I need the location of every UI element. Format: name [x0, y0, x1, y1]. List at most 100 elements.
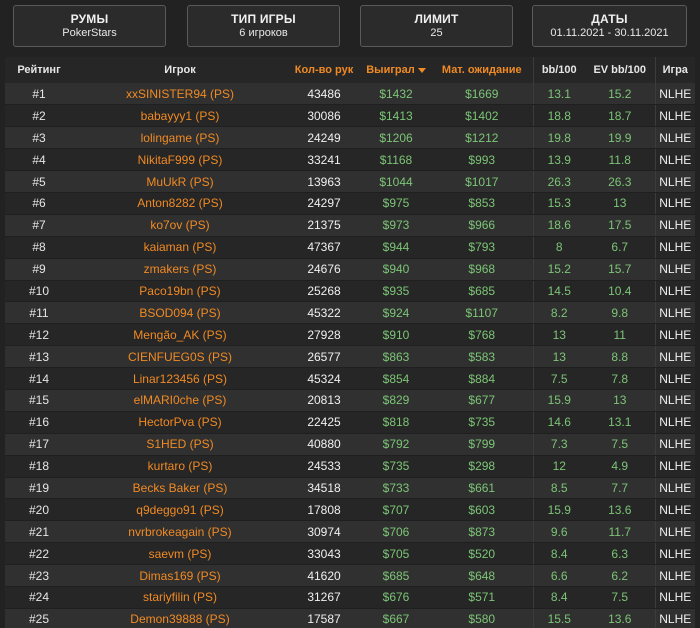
cell-player[interactable]: NikitaF999 (PS): [73, 148, 287, 172]
table-row[interactable]: #18 kurtaro (PS) 24533 $735 $298 12 4.9 NLHE: [5, 455, 695, 478]
table-row[interactable]: #5 MuUkR (PS) 13963 $1044 $1017 26.3 26.3 NLHE: [5, 170, 695, 193]
cell-player[interactable]: CIENFUEG0S (PS): [73, 345, 287, 369]
filter-limit-value: 25: [430, 27, 443, 39]
cell-player[interactable]: BSOD094 (PS): [73, 301, 287, 325]
cell-player[interactable]: saevm (PS): [73, 542, 287, 566]
header-rank[interactable]: Рейтинг: [5, 57, 73, 83]
table-row[interactable]: #4 NikitaF999 (PS) 33241 $1168 $993 13.9 11.8 N…: [5, 148, 695, 172]
cell-player[interactable]: Mengão_AK (PS): [73, 323, 287, 347]
table-row[interactable]: #8 kaiaman (PS) 47367 $944 $793 8 6.7 NLHE: [5, 236, 695, 259]
cell-bb100: 15.5: [532, 608, 585, 628]
table-row[interactable]: #20 q9deggo91 (PS) 17808 $707 $603 15.9 13.6 NL…: [5, 498, 695, 522]
table-row[interactable]: #16 HectorPva (PS) 22425 $818 $735 14.6 13.1 NL…: [5, 411, 695, 434]
cell-player[interactable]: elMARI0che (PS): [73, 389, 287, 412]
cell-rank: #25: [5, 608, 73, 628]
cell-rank: #5: [5, 170, 73, 193]
cell-ev: $993: [431, 148, 533, 172]
table-row[interactable]: #24 stariyfilin (PS) 31267 $676 $571 8.4 7.5 NL…: [5, 586, 695, 609]
cell-game: NLHE: [654, 104, 695, 128]
filter-dates[interactable]: ДАТЫ 01.11.2021 - 30.11.2021: [532, 5, 687, 47]
header-game[interactable]: Игра: [654, 57, 695, 83]
cell-rank: #10: [5, 280, 73, 303]
header-ev[interactable]: Мат. ожидание: [431, 57, 533, 83]
table-row[interactable]: #22 saevm (PS) 33043 $705 $520 8.4 6.3 NLHE: [5, 542, 695, 566]
cell-player[interactable]: Dimas169 (PS): [73, 564, 287, 587]
cell-ev-bb100: 9.8: [585, 301, 655, 325]
cell-bb100: 6.6: [532, 564, 585, 587]
cell-rank: #24: [5, 586, 73, 609]
table-row[interactable]: #3 lolingame (PS) 24249 $1206 $1212 19.8 19.9 N…: [5, 126, 695, 150]
header-won[interactable]: Выиграл: [361, 57, 431, 83]
cell-ev: $298: [431, 455, 533, 478]
filter-game-type[interactable]: ТИП ИГРЫ 6 игроков: [187, 5, 340, 47]
table-row[interactable]: #10 Paco19bn (PS) 25268 $935 $685 14.5 10.4 NLH…: [5, 280, 695, 303]
filter-rooms[interactable]: РУМЫ PokerStars: [13, 5, 166, 47]
cell-ev-bb100: 18.7: [585, 104, 655, 128]
cell-player[interactable]: Linar123456 (PS): [73, 367, 287, 390]
cell-bb100: 8.2: [532, 301, 585, 325]
cell-hands: 20813: [287, 389, 361, 412]
cell-player[interactable]: stariyfilin (PS): [73, 586, 287, 609]
cell-ev: $520: [431, 542, 533, 566]
cell-bb100: 15.2: [532, 258, 585, 281]
table-row[interactable]: #1 xxSINISTER94 (PS) 43486 $1432 $1669 13.1 15…: [5, 83, 695, 106]
cell-player[interactable]: Anton8282 (PS): [73, 192, 287, 215]
table-row[interactable]: #2 babayyy1 (PS) 30086 $1413 $1402 18.8 18.7 NL…: [5, 104, 695, 128]
table-row[interactable]: #11 BSOD094 (PS) 45322 $924 $1107 8.2 9.8 NLHE: [5, 301, 695, 325]
cell-player[interactable]: zmakers (PS): [73, 258, 287, 281]
sort-desc-arrow-icon: [417, 67, 426, 73]
table-row[interactable]: #15 elMARI0che (PS) 20813 $829 $677 15.9 13 NLH…: [5, 389, 695, 412]
cell-won: $792: [361, 433, 431, 456]
cell-player[interactable]: xxSINISTER94 (PS): [73, 83, 287, 106]
header-bb100[interactable]: bb/100: [532, 57, 585, 83]
cell-player[interactable]: HectorPva (PS): [73, 411, 287, 434]
cell-game: NLHE: [654, 367, 695, 390]
cell-hands: 33043: [287, 542, 361, 566]
cell-game: NLHE: [654, 258, 695, 281]
header-player[interactable]: Игрок: [73, 57, 287, 83]
cell-player[interactable]: Paco19bn (PS): [73, 280, 287, 303]
cell-bb100: 18.8: [532, 104, 585, 128]
cell-won: $735: [361, 455, 431, 478]
cell-won: $1413: [361, 104, 431, 128]
cell-won: $829: [361, 389, 431, 412]
table-row[interactable]: #14 Linar123456 (PS) 45324 $854 $884 7.5 7.8 NL…: [5, 367, 695, 390]
header-ev-bb100[interactable]: EV bb/100: [585, 57, 655, 83]
filter-limit[interactable]: ЛИМИТ 25: [360, 5, 513, 47]
cell-player[interactable]: S1HED (PS): [73, 433, 287, 456]
cell-ev: $1017: [431, 170, 533, 193]
cell-player[interactable]: babayyy1 (PS): [73, 104, 287, 128]
cell-ev: $884: [431, 367, 533, 390]
cell-hands: 45322: [287, 301, 361, 325]
table-row[interactable]: #25 Demon39888 (PS) 17587 $667 $580 15.5 13.6 N…: [5, 608, 695, 628]
cell-player[interactable]: Becks Baker (PS): [73, 477, 287, 500]
cell-game: NLHE: [654, 345, 695, 369]
header-hands[interactable]: Кол-во рук: [287, 57, 361, 83]
cell-player[interactable]: MuUkR (PS): [73, 170, 287, 193]
table-row[interactable]: #19 Becks Baker (PS) 34518 $733 $661 8.5 7.7 NL…: [5, 477, 695, 500]
cell-rank: #21: [5, 520, 73, 544]
cell-player[interactable]: q9deggo91 (PS): [73, 498, 287, 522]
table-row[interactable]: #13 CIENFUEG0S (PS) 26577 $863 $583 13 8.8 NLHE: [5, 345, 695, 369]
table-row[interactable]: #12 Mengão_AK (PS) 27928 $910 $768 13 11 NLHE: [5, 323, 695, 347]
cell-player[interactable]: kaiaman (PS): [73, 236, 287, 259]
cell-bb100: 8: [532, 236, 585, 259]
cell-player[interactable]: lolingame (PS): [73, 126, 287, 150]
cell-ev-bb100: 11.7: [585, 520, 655, 544]
table-row[interactable]: #6 Anton8282 (PS) 24297 $975 $853 15.3 13 NLHE: [5, 192, 695, 215]
cell-player[interactable]: kurtaro (PS): [73, 455, 287, 478]
cell-ev: $768: [431, 323, 533, 347]
cell-won: $924: [361, 301, 431, 325]
table-row[interactable]: #7 ko7ov (PS) 21375 $973 $966 18.6 17.5 NLHE: [5, 214, 695, 237]
cell-hands: 30974: [287, 520, 361, 544]
filter-game-type-value: 6 игроков: [239, 27, 288, 39]
cell-player[interactable]: nvrbrokeagain (PS): [73, 520, 287, 544]
cell-ev-bb100: 13: [585, 389, 655, 412]
table-row[interactable]: #23 Dimas169 (PS) 41620 $685 $648 6.6 6.2 NLHE: [5, 564, 695, 587]
table-row[interactable]: #17 S1HED (PS) 40880 $792 $799 7.3 7.5 NLHE: [5, 433, 695, 456]
table-row[interactable]: #21 nvrbrokeagain (PS) 30974 $706 $873 9.6 11.…: [5, 520, 695, 544]
table-row[interactable]: #9 zmakers (PS) 24676 $940 $968 15.2 15.7 NLHE: [5, 258, 695, 281]
cell-player[interactable]: Demon39888 (PS): [73, 608, 287, 628]
cell-hands: 24297: [287, 192, 361, 215]
cell-player[interactable]: ko7ov (PS): [73, 214, 287, 237]
